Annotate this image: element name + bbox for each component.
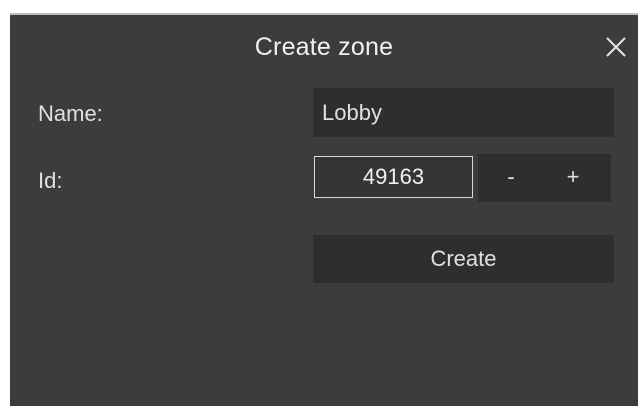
create-button[interactable]: Create <box>313 235 614 283</box>
id-stepper: - + <box>478 154 611 202</box>
id-input[interactable]: 49163 <box>314 156 473 198</box>
id-label: Id: <box>38 168 63 193</box>
close-button[interactable] <box>604 35 628 59</box>
increment-button[interactable]: + <box>540 154 606 202</box>
name-input[interactable]: Lobby <box>313 88 614 137</box>
decrement-button[interactable]: - <box>478 154 544 202</box>
dialog-title: Create zone <box>254 33 394 61</box>
close-icon <box>606 37 626 57</box>
name-label: Name: <box>38 101 103 126</box>
create-zone-dialog: Create zone Name: Lobby Id: 49163 - + Cr… <box>4 2 638 408</box>
